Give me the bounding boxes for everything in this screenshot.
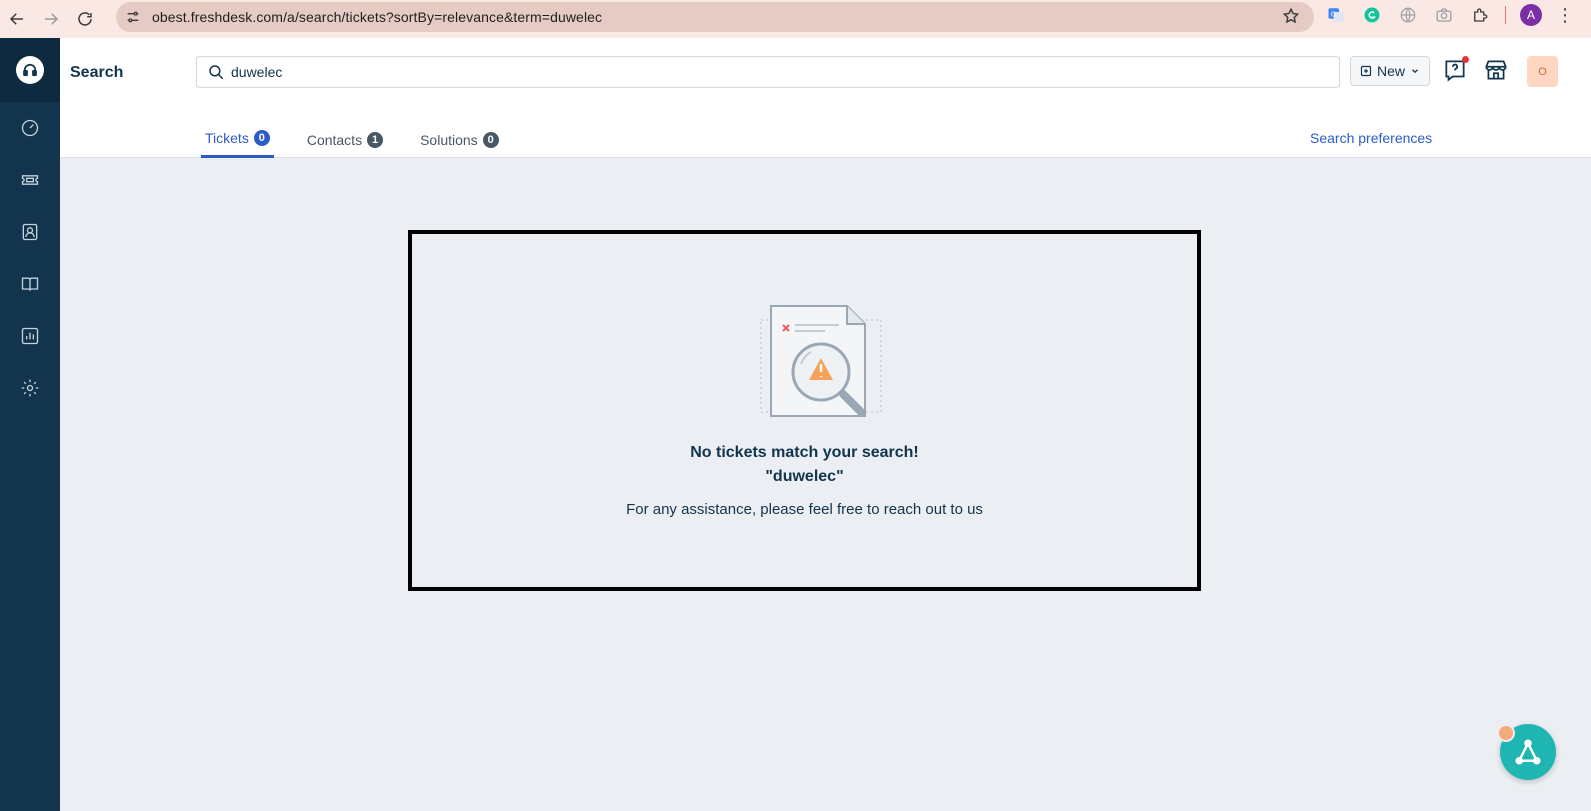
search-input[interactable] (231, 64, 1231, 80)
back-icon[interactable] (0, 4, 34, 34)
tab-tickets[interactable]: Tickets 0 (201, 126, 274, 158)
book-icon (21, 277, 39, 291)
browser-menu-icon[interactable]: ⋮ (1556, 6, 1574, 24)
sidebar-item-contacts[interactable] (0, 206, 60, 258)
marketplace-store-icon[interactable] (1482, 56, 1510, 84)
tab-label: Solutions (420, 131, 478, 148)
page-title: Search (70, 64, 124, 81)
tab-solutions[interactable]: Solutions 0 (416, 126, 503, 158)
headset-icon (16, 56, 44, 84)
tab-label: Contacts (306, 131, 363, 148)
camera-extension-icon[interactable] (1433, 4, 1455, 26)
empty-state-title: No tickets match your search! (690, 444, 919, 461)
sidebar-item-admin[interactable] (0, 362, 60, 414)
new-button-label: New (1376, 63, 1405, 79)
empty-state-panel: No tickets match your search! "duwelec" … (408, 230, 1201, 591)
empty-state-term: "duwelec" (765, 468, 844, 485)
translate-extension-icon[interactable]: G (1325, 4, 1347, 26)
puzzle-extensions-icon[interactable] (1469, 4, 1491, 26)
tab-contacts[interactable]: Contacts 1 (303, 126, 387, 158)
address-bar[interactable]: obest.freshdesk.com/a/search/tickets?sor… (116, 2, 1314, 32)
gear-icon (21, 379, 39, 397)
global-search[interactable] (196, 56, 1340, 88)
globe-extension-icon[interactable] (1397, 4, 1419, 26)
left-sidebar (0, 38, 60, 811)
search-icon (209, 65, 224, 80)
network-nodes-icon (1515, 739, 1541, 765)
sidebar-item-solutions[interactable] (0, 258, 60, 310)
count-badge: 0 (482, 131, 499, 148)
new-button[interactable]: New (1350, 56, 1430, 86)
browser-profile-avatar[interactable]: A (1520, 4, 1542, 26)
site-settings-icon[interactable] (118, 2, 148, 32)
reload-icon[interactable] (68, 4, 102, 34)
svg-text:G: G (1331, 11, 1336, 19)
notification-dot (1462, 56, 1469, 63)
fab-notification-dot (1497, 724, 1515, 742)
chevron-down-icon (1412, 69, 1418, 74)
grammarly-extension-icon[interactable] (1361, 4, 1383, 26)
count-badge: 0 (253, 130, 270, 146)
sidebar-item-tickets[interactable] (0, 154, 60, 206)
help-icon[interactable] (1441, 56, 1469, 84)
empty-state-help-text: For any assistance, please feel free to … (626, 501, 983, 518)
search-tabs: Tickets 0 Contacts 1 Solutions 0 (201, 126, 532, 158)
bookmark-star-icon[interactable] (1282, 7, 1300, 30)
toolbar-divider (1505, 6, 1506, 24)
user-avatar[interactable]: O (1527, 56, 1558, 87)
sidebar-item-dashboard[interactable] (0, 102, 60, 154)
search-preferences-link[interactable]: Search preferences (1310, 130, 1432, 146)
forward-icon[interactable] (34, 4, 68, 34)
dashboard-gauge-icon (21, 119, 39, 137)
browser-toolbar: obest.freshdesk.com/a/search/tickets?sor… (0, 0, 1591, 38)
extensions-area: G A ⋮ (1325, 4, 1574, 26)
top-header: Search New O Tickets 0 Contacts 1 Soluti… (60, 38, 1591, 158)
count-badge: 1 (367, 131, 384, 148)
freshdesk-logo[interactable] (0, 38, 60, 102)
ticket-icon (21, 175, 39, 185)
contact-icon (22, 223, 38, 241)
tab-label: Tickets (205, 130, 249, 146)
no-results-illustration (760, 305, 882, 417)
freddy-assistant-button[interactable] (1497, 724, 1556, 780)
plus-square-icon (1360, 65, 1372, 77)
url-text: obest.freshdesk.com/a/search/tickets?sor… (152, 9, 603, 25)
sidebar-item-analytics[interactable] (0, 310, 60, 362)
analytics-chart-icon (21, 327, 39, 345)
